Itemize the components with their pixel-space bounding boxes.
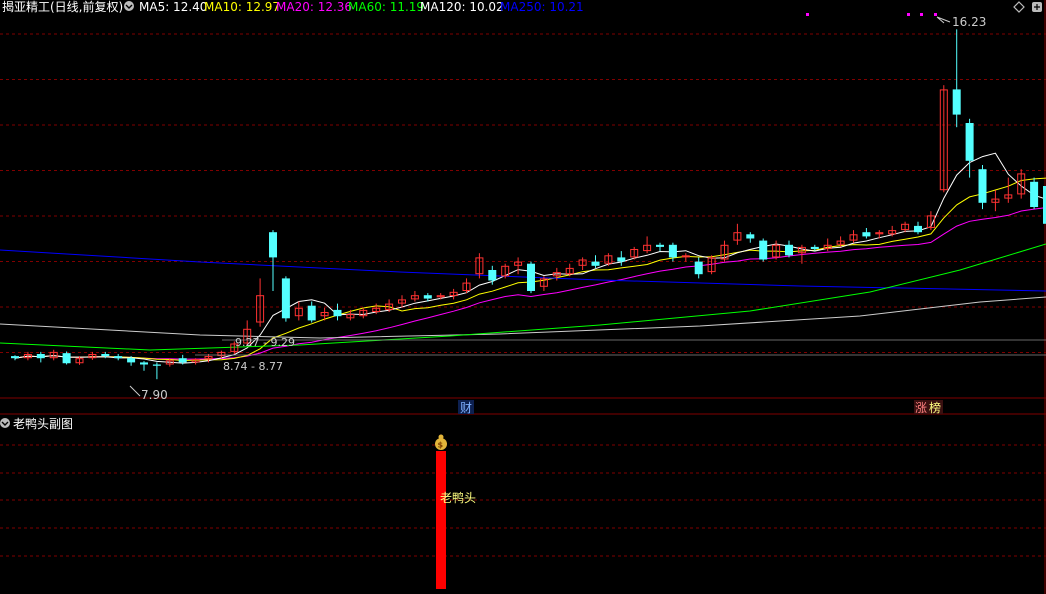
sub-chart-title: 老鸭头副图	[13, 417, 73, 431]
candle	[901, 221, 910, 233]
candle	[152, 362, 161, 380]
candle	[501, 263, 510, 279]
candle	[114, 354, 123, 361]
candle	[359, 307, 368, 319]
candle	[591, 255, 600, 268]
candle	[914, 221, 922, 235]
candle	[862, 228, 871, 239]
candle	[656, 242, 664, 252]
high-price-label: 16.23	[952, 15, 986, 29]
ma10-label: MA10: 12.97	[204, 0, 280, 14]
ma120-line	[0, 296, 1046, 339]
candle	[939, 85, 948, 193]
ma250-label: MA250: 10.21	[500, 0, 584, 14]
candle	[759, 238, 768, 262]
candle	[449, 288, 458, 300]
candle	[140, 361, 148, 371]
candle	[88, 351, 97, 360]
candle	[410, 291, 419, 302]
candle	[681, 253, 690, 262]
candle	[1004, 177, 1013, 203]
limit-up-badge[interactable]: 涨 榜	[914, 400, 943, 415]
candle	[952, 29, 961, 128]
candle	[11, 355, 19, 361]
ma5-label: MA5: 12.40	[139, 0, 207, 14]
candle	[462, 278, 471, 294]
candle	[269, 230, 277, 291]
diamond-icon[interactable]	[1013, 1, 1025, 13]
moving-average-lines	[0, 152, 1046, 364]
svg-text:$: $	[438, 441, 444, 450]
candles	[11, 29, 1046, 380]
stock-name[interactable]: 揭亚精工	[2, 0, 50, 14]
kline-chart: 揭亚精工 (日线,前复权) MA5: 12.40 MA10: 12.97 MA2…	[0, 0, 1046, 594]
candle	[62, 351, 71, 365]
svg-text:榜: 榜	[929, 400, 941, 415]
svg-text:涨: 涨	[915, 400, 927, 415]
range-label-2: 8.74 - 8.77	[223, 360, 283, 373]
marker-dots	[806, 13, 937, 16]
candle	[49, 349, 58, 361]
candle	[294, 301, 303, 321]
sub-chart-settings-icon[interactable]	[0, 418, 10, 428]
grid-lines	[0, 33, 1046, 353]
chart-mode: (日线,前复权)	[50, 0, 123, 14]
candle	[965, 118, 974, 178]
low-marker	[129, 385, 141, 397]
candle	[346, 309, 355, 321]
candle	[281, 276, 290, 322]
duck-head-signal-label: 老鸭头	[440, 491, 476, 505]
candle	[643, 236, 652, 254]
candle	[785, 240, 793, 258]
candle	[36, 351, 45, 363]
candle	[617, 251, 626, 266]
candle	[746, 232, 755, 243]
candle	[733, 223, 742, 245]
duck-head-signal-bar	[436, 451, 446, 589]
candle	[991, 190, 1000, 212]
maximize-icon[interactable]	[1032, 2, 1042, 12]
ma120-label: MA120: 10.02	[420, 0, 504, 14]
svg-text:财: 财	[460, 401, 472, 415]
candle	[978, 165, 987, 210]
ma5-line	[14, 152, 1046, 364]
candle	[578, 257, 587, 270]
candle	[333, 303, 342, 321]
candle	[256, 278, 265, 327]
candle	[1030, 177, 1039, 210]
range-label-1: 9.27 - 9.29	[235, 336, 295, 349]
candle	[527, 261, 535, 294]
candle	[307, 301, 316, 323]
money-bag-icon: $	[435, 434, 447, 450]
candle	[694, 257, 703, 279]
candle	[849, 230, 858, 243]
high-marker	[936, 16, 951, 24]
candle	[539, 276, 548, 291]
candle	[720, 240, 729, 262]
ma20-label: MA20: 12.36	[276, 0, 352, 14]
finance-badge[interactable]: 财	[458, 400, 474, 415]
low-price-label: 7.90	[141, 388, 168, 402]
candle	[772, 240, 781, 260]
sub-grid-lines	[0, 444, 1046, 557]
candle	[514, 257, 523, 275]
ma60-label: MA60: 11.19	[348, 0, 424, 14]
settings-icon[interactable]	[124, 1, 134, 11]
candle	[191, 358, 200, 365]
